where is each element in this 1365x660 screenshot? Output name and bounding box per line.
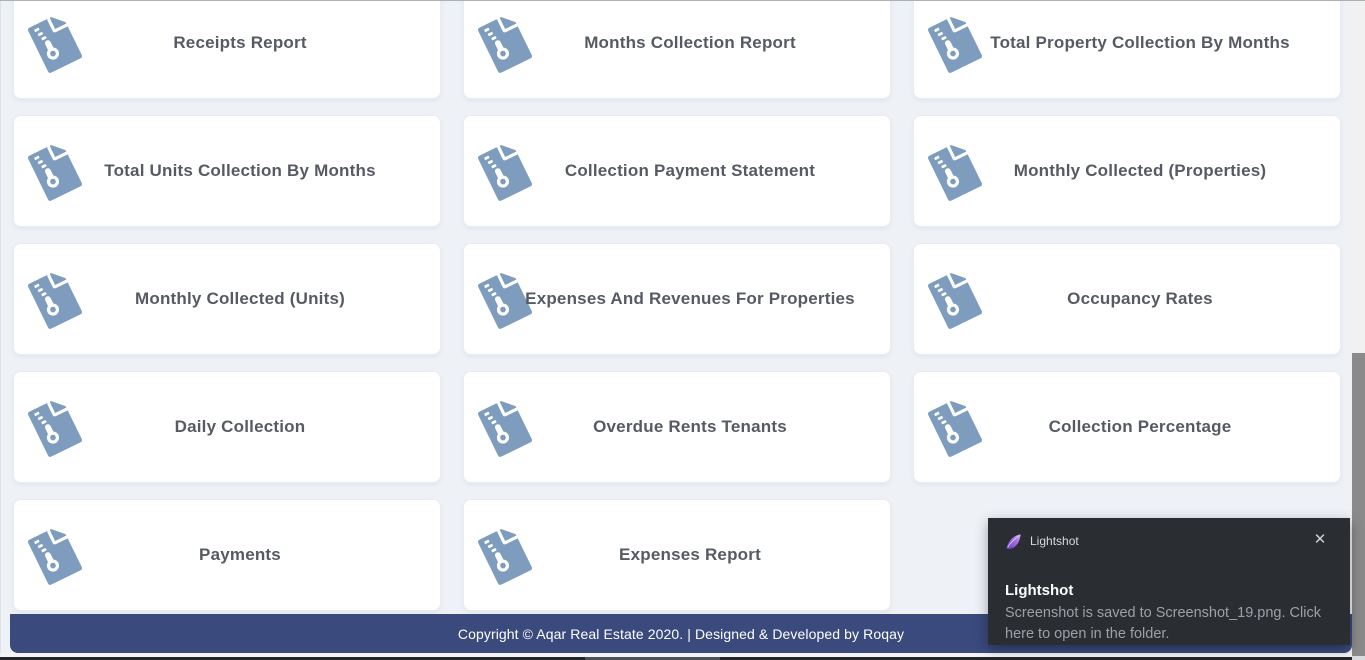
notification-message[interactable]: Screenshot is saved to Screenshot_19.png… <box>1005 603 1335 645</box>
report-card-title: Receipts Report <box>173 33 307 52</box>
report-card[interactable]: Occupancy Rates <box>913 243 1341 355</box>
report-card-title: Payments <box>199 545 281 564</box>
report-card-title: Months Collection Report <box>584 33 796 52</box>
lightshot-feather-icon <box>1005 533 1022 550</box>
report-card[interactable]: Collection Payment Statement <box>463 115 891 227</box>
report-card[interactable]: Expenses And Revenues For Properties <box>463 243 891 355</box>
report-card[interactable]: Total Property Collection By Months <box>913 1 1341 99</box>
report-card[interactable]: Total Units Collection By Months <box>13 115 441 227</box>
report-card[interactable]: Payments <box>13 499 441 611</box>
report-card-title: Overdue Rents Tenants <box>593 417 787 436</box>
window-resize-corner[interactable] <box>1352 656 1365 660</box>
copyright-text: Copyright © Aqar Real Estate 2020. | Des… <box>457 625 905 642</box>
report-card[interactable]: Collection Percentage <box>913 371 1341 483</box>
report-card-title: Total Units Collection By Months <box>104 161 376 180</box>
report-card-title: Expenses And Revenues For Properties <box>525 289 855 308</box>
report-card-title: Occupancy Rates <box>1067 289 1213 308</box>
report-card-title: Daily Collection <box>174 417 306 436</box>
reports-page: Receipts Report Months Collection Report <box>0 0 1365 660</box>
lightshot-notification[interactable]: Lightshot ✕ Lightshot Screenshot is save… <box>988 518 1350 645</box>
notification-title: Lightshot <box>1005 582 1074 599</box>
notification-app-name: Lightshot <box>1030 534 1079 548</box>
report-card[interactable]: Overdue Rents Tenants <box>463 371 891 483</box>
report-card-title: Monthly Collected (Units) <box>135 289 345 308</box>
close-icon[interactable]: ✕ <box>1310 530 1330 550</box>
scrollbar-thumb[interactable] <box>1352 353 1365 656</box>
report-card-title: Total Property Collection By Months <box>990 33 1290 52</box>
scrollbar-track[interactable] <box>1352 1 1365 656</box>
report-card[interactable]: Receipts Report <box>13 1 441 99</box>
report-card[interactable]: Monthly Collected (Units) <box>13 243 441 355</box>
report-card[interactable]: Daily Collection <box>13 371 441 483</box>
notification-header: Lightshot <box>1005 532 1334 550</box>
report-card[interactable]: Expenses Report <box>463 499 891 611</box>
report-card-title: Collection Percentage <box>1048 417 1232 436</box>
report-card-title: Expenses Report <box>619 545 761 564</box>
report-card-title: Monthly Collected (Properties) <box>1013 161 1267 180</box>
report-card-title: Collection Payment Statement <box>564 161 816 180</box>
report-card[interactable]: Monthly Collected (Properties) <box>913 115 1341 227</box>
report-card[interactable]: Months Collection Report <box>463 1 891 99</box>
